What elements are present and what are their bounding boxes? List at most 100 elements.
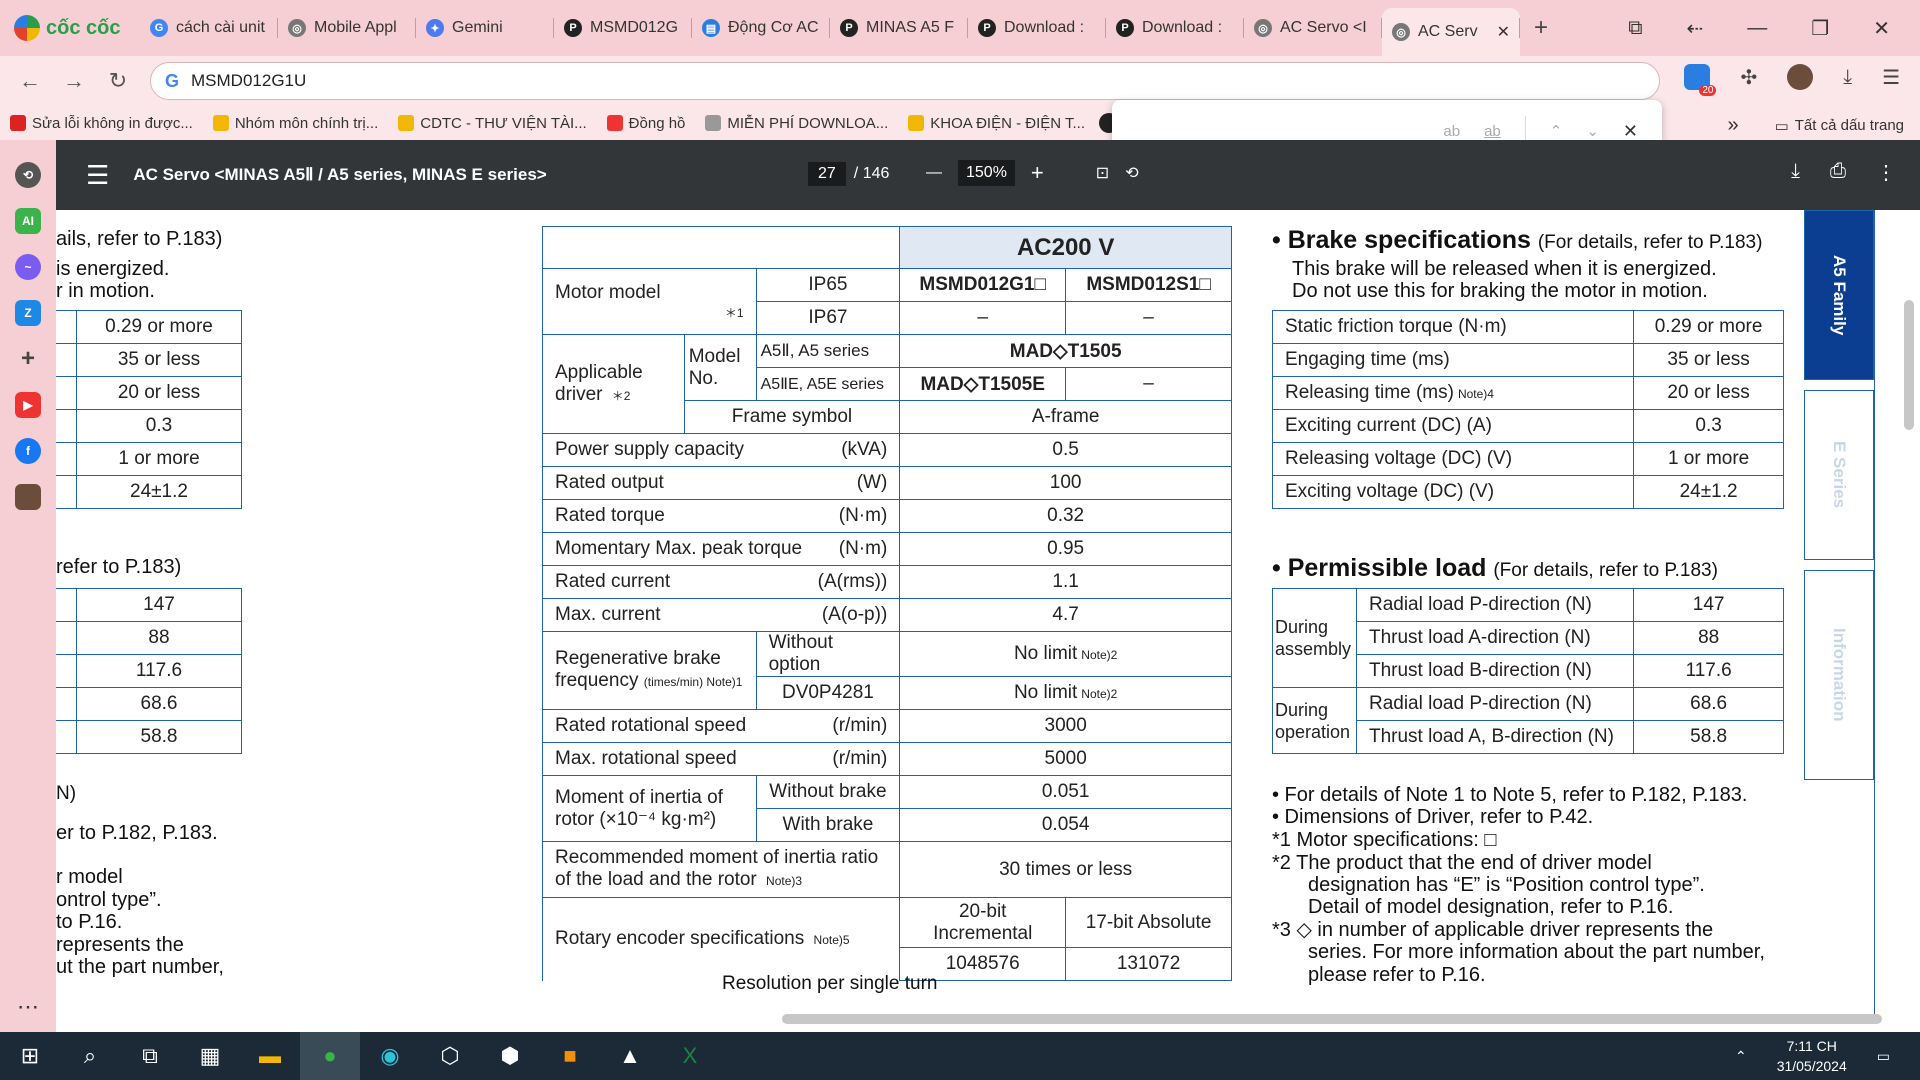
new-tab-button[interactable]: + bbox=[1520, 14, 1562, 42]
zoom-input[interactable]: 150% bbox=[958, 160, 1015, 186]
menu-icon[interactable]: ☰ bbox=[1882, 65, 1900, 90]
tab-a5-family[interactable]: A5 Family bbox=[1804, 210, 1874, 380]
more-bookmarks-chevron[interactable]: » bbox=[1727, 114, 1738, 137]
notification-icon[interactable]: ▭ bbox=[1877, 1048, 1890, 1065]
page-total: / 146 bbox=[853, 165, 890, 182]
history-back-icon[interactable]: ⇠ bbox=[1687, 16, 1704, 41]
browser-tab[interactable]: P Download : bbox=[968, 8, 1106, 48]
zoom-out-button[interactable]: — bbox=[926, 164, 942, 182]
edge-icon[interactable]: ◉ bbox=[360, 1032, 420, 1080]
messenger-icon[interactable]: ~ bbox=[15, 254, 41, 280]
forward-button[interactable]: → bbox=[52, 68, 96, 94]
print-icon[interactable]: ⎙ bbox=[1830, 160, 1846, 185]
browser-tab[interactable]: ◎ AC Serv ✕ bbox=[1382, 8, 1520, 56]
regen-option-none: Without option bbox=[755, 631, 901, 677]
download-icon[interactable]: ⤓ bbox=[1843, 66, 1852, 89]
page-number-input[interactable]: 27 bbox=[808, 162, 846, 186]
address-bar[interactable]: G MSMD012G1U bbox=[150, 62, 1660, 100]
bookmark-label: Nhóm môn chính trị... bbox=[234, 114, 379, 132]
spec-label-text: Rated output bbox=[555, 472, 664, 493]
profile-avatar[interactable] bbox=[1787, 64, 1814, 90]
browser-tab[interactable]: ◎ AC Servo <I bbox=[1244, 8, 1382, 48]
bookmark-item[interactable]: Đồng hồ bbox=[597, 115, 696, 132]
zalo-icon[interactable]: Z bbox=[15, 300, 41, 326]
horizontal-scrollbar[interactable] bbox=[782, 1014, 1882, 1024]
all-bookmarks[interactable]: » ▭ Tất cả dấu trang bbox=[1727, 114, 1904, 137]
bookmark-item[interactable]: Nhóm môn chính trị... bbox=[203, 115, 388, 132]
whole-word-toggle[interactable]: ab bbox=[1484, 123, 1501, 140]
close-tab-icon[interactable]: ✕ bbox=[1497, 22, 1510, 42]
vertical-scrollbar[interactable] bbox=[1904, 300, 1914, 430]
bookmark-item[interactable]: MIỄN PHÍ DOWNLOA... bbox=[695, 115, 898, 132]
add-sidebar-icon[interactable]: + bbox=[15, 345, 41, 372]
windows-start-icon[interactable]: ⊞ bbox=[0, 1032, 60, 1080]
minimize-button[interactable]: — bbox=[1747, 17, 1767, 40]
browser-tab[interactable]: ✦ Gemini bbox=[416, 8, 554, 48]
store-icon[interactable]: ▦ bbox=[180, 1032, 240, 1080]
during-assembly-label: During assembly bbox=[1272, 588, 1357, 688]
app-orange-icon[interactable]: ■ bbox=[540, 1032, 600, 1080]
file-explorer-icon[interactable]: ▬ bbox=[240, 1032, 300, 1080]
photos-icon[interactable]: ▲ bbox=[600, 1032, 660, 1080]
browser-tab[interactable]: Gcách cài unit bbox=[140, 8, 278, 48]
brake-label-text: Exciting voltage (DC) (V) bbox=[1285, 481, 1495, 502]
task-view-icon[interactable]: ⧉ bbox=[120, 1032, 180, 1080]
browser-tab[interactable]: P Download : bbox=[1106, 8, 1244, 48]
clock[interactable]: 7:11 CH 31/05/2024 bbox=[1777, 1036, 1847, 1076]
back-button[interactable]: ← bbox=[8, 68, 52, 94]
fit-page-icon[interactable]: ⊡ bbox=[1096, 163, 1109, 183]
tab-information-label: Information bbox=[1830, 628, 1849, 722]
app-cube-icon[interactable]: ⬡ bbox=[420, 1032, 480, 1080]
restore-button[interactable]: ❐ bbox=[1811, 16, 1829, 41]
bookmark-item[interactable]: CDTC - THƯ VIỆN TÀI... bbox=[388, 115, 596, 132]
frame-symbol-label: Frame symbol bbox=[683, 400, 901, 434]
tab-e-series[interactable]: E Series bbox=[1804, 390, 1874, 560]
brake-label-text: Releasing time (ms) bbox=[1285, 382, 1454, 403]
zoom-in-button[interactable]: + bbox=[1031, 160, 1044, 186]
note-mark: Note)2 bbox=[1081, 687, 1118, 701]
rotate-icon[interactable]: ⟲ bbox=[1125, 163, 1138, 183]
ai-icon[interactable]: AI bbox=[15, 208, 41, 234]
browser-tab[interactable]: P MINAS A5 F bbox=[830, 8, 968, 48]
browser-tab[interactable]: ▤ Động Cơ AC bbox=[692, 8, 830, 48]
browser-tab[interactable]: ◎ Mobile Appl bbox=[278, 8, 416, 48]
search-icon[interactable]: ⌕ bbox=[60, 1032, 120, 1080]
spec-unit: (r/min) bbox=[832, 748, 888, 769]
spec-label: (W) Rated output bbox=[541, 466, 901, 500]
regen-value: No limit Note)2 bbox=[899, 676, 1232, 710]
bookmark-item[interactable]: KHOA ĐIỆN - ĐIỆN T... bbox=[898, 115, 1095, 132]
coccoc-taskbar-icon[interactable]: ● bbox=[300, 1032, 360, 1080]
close-window-button[interactable]: ✕ bbox=[1873, 16, 1890, 41]
brake-spec-table: Static friction torque (N·m) 0.29 or more… bbox=[1271, 310, 1784, 509]
facebook-icon[interactable]: f bbox=[15, 438, 41, 464]
app-cube2-icon[interactable]: ⬢ bbox=[480, 1032, 540, 1080]
find-close-icon[interactable]: ✕ bbox=[1623, 121, 1638, 142]
reload-button[interactable]: ↻ bbox=[96, 68, 140, 94]
find-next-icon[interactable]: ⌄ bbox=[1586, 122, 1599, 140]
youtube-icon[interactable]: ▶ bbox=[15, 392, 41, 418]
cast-icon[interactable]: ⧉ bbox=[1628, 17, 1642, 40]
tab-title: MINAS A5 F bbox=[866, 19, 955, 36]
tray-chevron-icon[interactable]: ⌃ bbox=[1735, 1048, 1747, 1065]
load-row: During assembly Radial load P-direction (… bbox=[1272, 588, 1784, 688]
brake-ref: (For details, refer to P.183) bbox=[1537, 232, 1763, 253]
bookmark-item[interactable]: Sửa lỗi không in được... bbox=[0, 115, 203, 132]
brake-row: Static friction torque (N·m) 0.29 or more bbox=[1271, 310, 1784, 344]
extension-icon[interactable]: 20 bbox=[1684, 64, 1717, 96]
match-case-toggle[interactable]: ab bbox=[1443, 123, 1460, 140]
excel-icon[interactable]: X bbox=[660, 1032, 720, 1080]
browser-tab[interactable]: P MSMD012G bbox=[554, 8, 692, 48]
hamburger-icon[interactable]: ☰ bbox=[86, 160, 109, 191]
tab-information[interactable]: Information bbox=[1804, 570, 1874, 780]
address-text[interactable]: MSMD012G1U bbox=[191, 71, 306, 91]
history-icon[interactable]: ⟲ bbox=[15, 162, 41, 188]
spec-label: (r/min) Rated rotational speed bbox=[541, 709, 901, 743]
during-operation-label: During operation bbox=[1272, 687, 1357, 754]
more-options-icon[interactable]: ⋮ bbox=[1876, 160, 1896, 185]
puzzle-icon[interactable]: ✣ bbox=[1740, 65, 1757, 90]
download-pdf-icon[interactable]: ⤓ bbox=[1791, 160, 1800, 185]
find-prev-icon[interactable]: ⌃ bbox=[1550, 122, 1563, 140]
more-icon[interactable]: ⋯ bbox=[17, 994, 39, 1020]
game-avatar-icon[interactable] bbox=[15, 484, 41, 510]
spec-value: 3000 bbox=[899, 709, 1232, 743]
